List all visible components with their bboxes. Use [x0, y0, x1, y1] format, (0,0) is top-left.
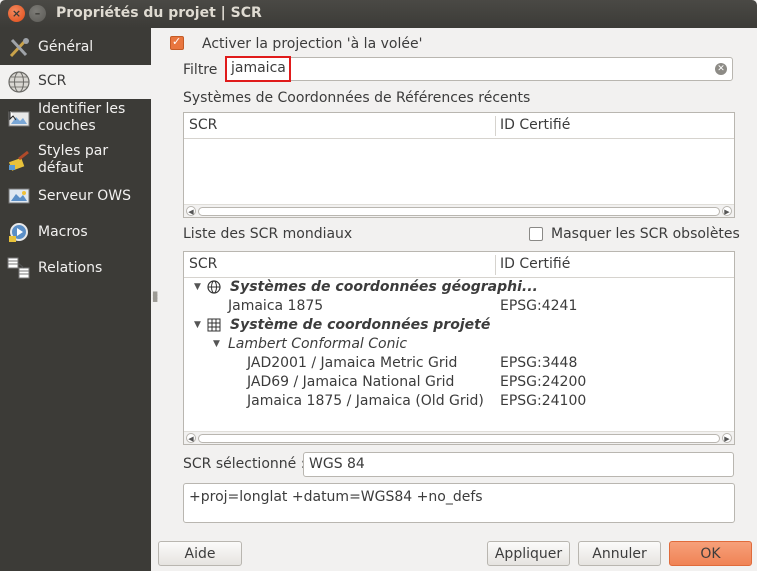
crs-id: EPSG:4241: [500, 298, 578, 314]
splitter-grip: ▪▪▪: [152, 290, 158, 305]
recent-horizontal-scrollbar[interactable]: ◀ ▶: [184, 204, 734, 217]
selected-crs-label: SCR sélectionné :: [183, 456, 306, 472]
recent-table-header: SCR ID Certifié: [184, 113, 734, 139]
globe-icon: [6, 70, 32, 94]
sidebar-item-ows[interactable]: Serveur OWS: [0, 184, 151, 208]
world-horizontal-scrollbar[interactable]: ◀ ▶: [184, 431, 734, 444]
sidebar-item-label: Macros: [38, 224, 88, 240]
column-header-id[interactable]: ID Certifié: [500, 256, 570, 272]
apply-button[interactable]: Appliquer: [487, 541, 570, 566]
scroll-right-icon[interactable]: ▶: [722, 206, 732, 216]
clear-filter-icon[interactable]: ✕: [715, 63, 727, 75]
sidebar-item-relations[interactable]: Relations: [0, 256, 151, 280]
sidebar-item-label: Relations: [38, 260, 103, 276]
table-row[interactable]: JAD2001 / Jamaica Metric Grid EPSG:3448: [185, 354, 735, 373]
scrollbar-thumb[interactable]: [198, 434, 720, 443]
filter-label: Filtre: [183, 62, 218, 78]
recent-section-title: Systèmes de Coordonnées de Références ré…: [183, 90, 531, 106]
tree-subgroup-lcc[interactable]: ▼ Lambert Conformal Conic: [185, 335, 735, 354]
sidebar-item-label: SCR: [38, 73, 67, 89]
help-button[interactable]: Aide: [158, 541, 242, 566]
window-title: Propriétés du projet | SCR: [56, 5, 262, 21]
column-header-scr[interactable]: SCR: [189, 117, 217, 133]
brush-icon: [6, 149, 32, 173]
sidebar-item-label: Serveur OWS: [38, 188, 131, 204]
sidebar-item-macros[interactable]: Macros: [0, 220, 151, 244]
sidebar: Général SCR Identifier les couches Style…: [0, 28, 151, 571]
crs-id: EPSG:24100: [500, 393, 587, 409]
group-label: Système de coordonnées projeté: [230, 317, 491, 333]
group-label: Systèmes de coordonnées géographi...: [230, 279, 538, 295]
subgroup-label: Lambert Conformal Conic: [228, 336, 408, 352]
scroll-left-icon[interactable]: ◀: [186, 433, 196, 443]
table-row[interactable]: JAD69 / Jamaica National Grid EPSG:24200: [185, 373, 735, 392]
world-section-title: Liste des SCR mondiaux: [183, 226, 353, 242]
table-row[interactable]: Jamaica 1875 / Jamaica (Old Grid) EPSG:2…: [185, 392, 735, 411]
globe-small-icon: [207, 280, 221, 298]
title-bar: × – Propriétés du projet | SCR: [0, 0, 757, 28]
filter-field-frame: [225, 57, 733, 81]
relations-icon: [6, 256, 32, 280]
column-header-id[interactable]: ID Certifié: [500, 117, 570, 133]
proj-string-box[interactable]: +proj=longlat +datum=WGS84 +no_defs: [183, 483, 735, 523]
macro-icon: [6, 220, 32, 244]
column-header-scr[interactable]: SCR: [189, 256, 217, 272]
expand-arrow-icon[interactable]: ▼: [194, 282, 201, 292]
filter-input[interactable]: jamaica: [225, 56, 291, 82]
sidebar-item-label: Identifier les couches: [38, 101, 126, 134]
cancel-button[interactable]: Annuler: [578, 541, 661, 566]
sidebar-item-scr[interactable]: SCR: [0, 65, 151, 99]
scrollbar-thumb[interactable]: [198, 207, 720, 216]
selected-crs-field[interactable]: WGS 84: [303, 452, 734, 477]
sidebar-item-label: Général: [38, 39, 94, 55]
sidebar-item-label: Styles par défaut: [38, 143, 109, 176]
crs-id: EPSG:24200: [500, 374, 587, 390]
identify-icon: [6, 107, 32, 131]
crs-id: EPSG:3448: [500, 355, 578, 371]
ok-button[interactable]: OK: [669, 541, 752, 566]
scroll-right-icon[interactable]: ▶: [722, 433, 732, 443]
expand-arrow-icon[interactable]: ▼: [194, 320, 201, 330]
sidebar-item-styles[interactable]: Styles par défaut: [0, 143, 151, 179]
column-separator: [495, 255, 496, 275]
close-window-button[interactable]: ×: [8, 5, 25, 22]
tree-group-projected[interactable]: ▼ Système de coordonnées projeté: [185, 316, 735, 335]
table-row[interactable]: Jamaica 1875 EPSG:4241: [185, 297, 735, 316]
ows-icon: [6, 184, 32, 208]
tree-group-geographic[interactable]: ▼ Systèmes de coordonnées géographi...: [185, 278, 735, 297]
crs-name: Jamaica 1875: [228, 298, 324, 314]
crs-name: JAD2001 / Jamaica Metric Grid: [247, 355, 458, 371]
sidebar-item-general[interactable]: Général: [0, 33, 151, 63]
otf-checkbox[interactable]: [170, 35, 184, 50]
minimize-window-button[interactable]: –: [29, 5, 46, 22]
sidebar-item-identify[interactable]: Identifier les couches: [0, 101, 151, 137]
hide-deprecated-checkbox[interactable]: [529, 227, 543, 241]
world-crs-table[interactable]: SCR ID Certifié ▼ Systèmes de coordonnée…: [183, 251, 735, 445]
crs-name: Jamaica 1875 / Jamaica (Old Grid): [247, 393, 484, 409]
expand-arrow-icon[interactable]: ▼: [213, 339, 220, 349]
column-separator: [495, 116, 496, 136]
recent-crs-table[interactable]: SCR ID Certifié ◀ ▶: [183, 112, 735, 218]
grid-small-icon: [207, 318, 221, 336]
tools-icon: [6, 36, 32, 60]
crs-name: JAD69 / Jamaica National Grid: [247, 374, 455, 390]
scroll-left-icon[interactable]: ◀: [186, 206, 196, 216]
hide-deprecated-label: Masquer les SCR obsolètes: [551, 226, 740, 242]
otf-label: Activer la projection 'à la volée': [202, 36, 423, 52]
world-table-header: SCR ID Certifié: [184, 252, 734, 278]
